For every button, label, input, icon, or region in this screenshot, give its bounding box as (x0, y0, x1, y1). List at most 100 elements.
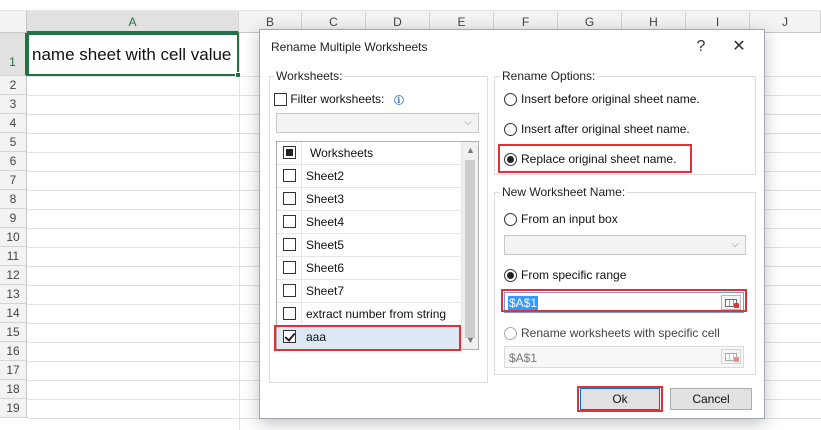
ribbon-edge (0, 0, 821, 11)
list-checkbox-column (277, 303, 302, 325)
sheet-checkbox-checked[interactable] (283, 330, 296, 343)
list-checkbox-column (277, 280, 302, 302)
cancel-button[interactable]: Cancel (670, 388, 752, 410)
from-input-box-radio[interactable] (504, 213, 517, 227)
row-header-3[interactable]: 3 (0, 95, 27, 114)
list-item[interactable]: Sheet4 (277, 211, 462, 234)
list-item[interactable]: Sheet3 (277, 188, 462, 211)
from-input-box-option[interactable]: From an input box (504, 212, 618, 227)
close-button[interactable]: ✕ (724, 34, 754, 60)
column-header-a[interactable]: A (27, 11, 239, 33)
replace-original-option[interactable]: Replace original sheet name. (504, 152, 677, 167)
scroll-up-icon[interactable]: ▲ (462, 142, 478, 159)
row-header-18[interactable]: 18 (0, 380, 27, 399)
rename-options-label: Rename Options: (500, 69, 598, 83)
row-header-16[interactable]: 16 (0, 342, 27, 361)
sheet-name: Sheet4 (306, 215, 345, 229)
range-picker-button[interactable] (721, 295, 741, 310)
rename-worksheets-dialog: Rename Multiple Worksheets ? ✕ Worksheet… (259, 29, 765, 419)
sheet-checkbox[interactable] (283, 284, 296, 297)
worksheets-group-label: Worksheets: (274, 69, 345, 83)
list-item-selected[interactable]: aaa (277, 326, 462, 349)
sheet-name: extract number from string (306, 307, 447, 321)
specific-cell-radio[interactable] (504, 327, 517, 341)
row-header-9[interactable]: 9 (0, 209, 27, 228)
sheet-name: aaa (306, 330, 327, 344)
fill-handle[interactable] (235, 72, 241, 78)
from-range-radio[interactable] (504, 269, 517, 283)
row-header-4[interactable]: 4 (0, 114, 27, 133)
filter-checkbox-box[interactable] (274, 93, 287, 107)
list-item[interactable]: Sheet5 (277, 234, 462, 257)
row-header-19[interactable]: 19 (0, 399, 27, 418)
input-box-dropdown[interactable]: ⌵ (504, 235, 746, 255)
list-checkbox-column (277, 257, 302, 279)
select-all-checkbox[interactable] (283, 146, 296, 159)
specific-cell-label: Rename worksheets with specific cell (521, 326, 720, 340)
list-item[interactable]: Sheet2 (277, 165, 462, 188)
insert-after-option[interactable]: Insert after original sheet name. (504, 122, 690, 137)
range-value[interactable]: $A$1 (508, 296, 539, 310)
list-item[interactable]: Sheet6 (277, 257, 462, 280)
sheet-checkbox[interactable] (283, 238, 296, 251)
sheet-checkbox[interactable] (283, 307, 296, 320)
insert-after-radio[interactable] (504, 123, 517, 137)
specific-cell-option[interactable]: Rename worksheets with specific cell (504, 326, 720, 341)
specific-cell-picker-button[interactable] (721, 349, 741, 364)
list-checkbox-column (277, 188, 302, 210)
list-checkbox-column (277, 165, 302, 187)
from-range-label: From specific range (521, 268, 627, 282)
chevron-down-icon: ⌵ (731, 239, 739, 250)
insert-before-radio[interactable] (504, 93, 517, 107)
range-picker-marker (734, 303, 739, 308)
sheet-name: Sheet3 (306, 192, 345, 206)
sheet-checkbox[interactable] (283, 215, 296, 228)
list-header-label: Worksheets (310, 146, 374, 160)
list-header-row[interactable]: Worksheets (277, 142, 462, 165)
row-header-14[interactable]: 14 (0, 304, 27, 323)
row-header-12[interactable]: 12 (0, 266, 27, 285)
row-header-11[interactable]: 11 (0, 247, 27, 266)
filter-worksheets-label: Filter worksheets: (290, 92, 385, 106)
row-header-2[interactable]: 2 (0, 76, 27, 95)
replace-original-label: Replace original sheet name. (521, 152, 677, 166)
filter-dropdown[interactable]: ⌵ (276, 113, 479, 133)
dialog-titlebar[interactable]: Rename Multiple Worksheets ? ✕ (260, 30, 764, 64)
row-header-1[interactable]: 1 (0, 33, 27, 76)
insert-before-option[interactable]: Insert before original sheet name. (504, 92, 700, 107)
list-scrollbar[interactable]: ▲ ▼ (461, 142, 478, 349)
from-range-option[interactable]: From specific range (504, 268, 627, 283)
scroll-down-icon[interactable]: ▼ (462, 332, 478, 349)
list-checkbox-column (277, 211, 302, 233)
row-header-17[interactable]: 17 (0, 361, 27, 380)
range-input[interactable]: $A$1 (504, 292, 744, 313)
row-header-15[interactable]: 15 (0, 323, 27, 342)
filter-worksheets-checkbox[interactable]: Filter worksheets: i (274, 92, 404, 107)
row-header-7[interactable]: 7 (0, 171, 27, 190)
sheet-checkbox[interactable] (283, 192, 296, 205)
sheet-name: Sheet7 (306, 284, 345, 298)
help-button[interactable]: ? (686, 34, 716, 60)
ok-button[interactable]: Ok (580, 388, 660, 410)
row-header-8[interactable]: 8 (0, 190, 27, 209)
list-checkbox-column (277, 142, 302, 164)
replace-original-radio[interactable] (504, 153, 517, 167)
list-item[interactable]: extract number from string (277, 303, 462, 326)
scroll-thumb[interactable] (465, 160, 475, 338)
new-name-label: New Worksheet Name: (500, 185, 628, 199)
row-header-5[interactable]: 5 (0, 133, 27, 152)
worksheets-list: Worksheets Sheet2 Sheet3 Sheet4 Sheet5 S… (276, 141, 479, 350)
select-all-corner[interactable] (0, 11, 27, 33)
sheet-name: Sheet2 (306, 169, 345, 183)
sheet-checkbox[interactable] (283, 169, 296, 182)
row-header-10[interactable]: 10 (0, 228, 27, 247)
sheet-checkbox[interactable] (283, 261, 296, 274)
list-item[interactable]: Sheet7 (277, 280, 462, 303)
info-icon[interactable]: i (393, 94, 404, 105)
row-header-6[interactable]: 6 (0, 152, 27, 171)
list-checkbox-column (277, 234, 302, 256)
cell-a1[interactable]: name sheet with cell value (27, 33, 239, 76)
row-header-13[interactable]: 13 (0, 285, 27, 304)
specific-cell-input[interactable]: $A$1 (504, 346, 744, 368)
sheet-name: Sheet5 (306, 238, 345, 252)
